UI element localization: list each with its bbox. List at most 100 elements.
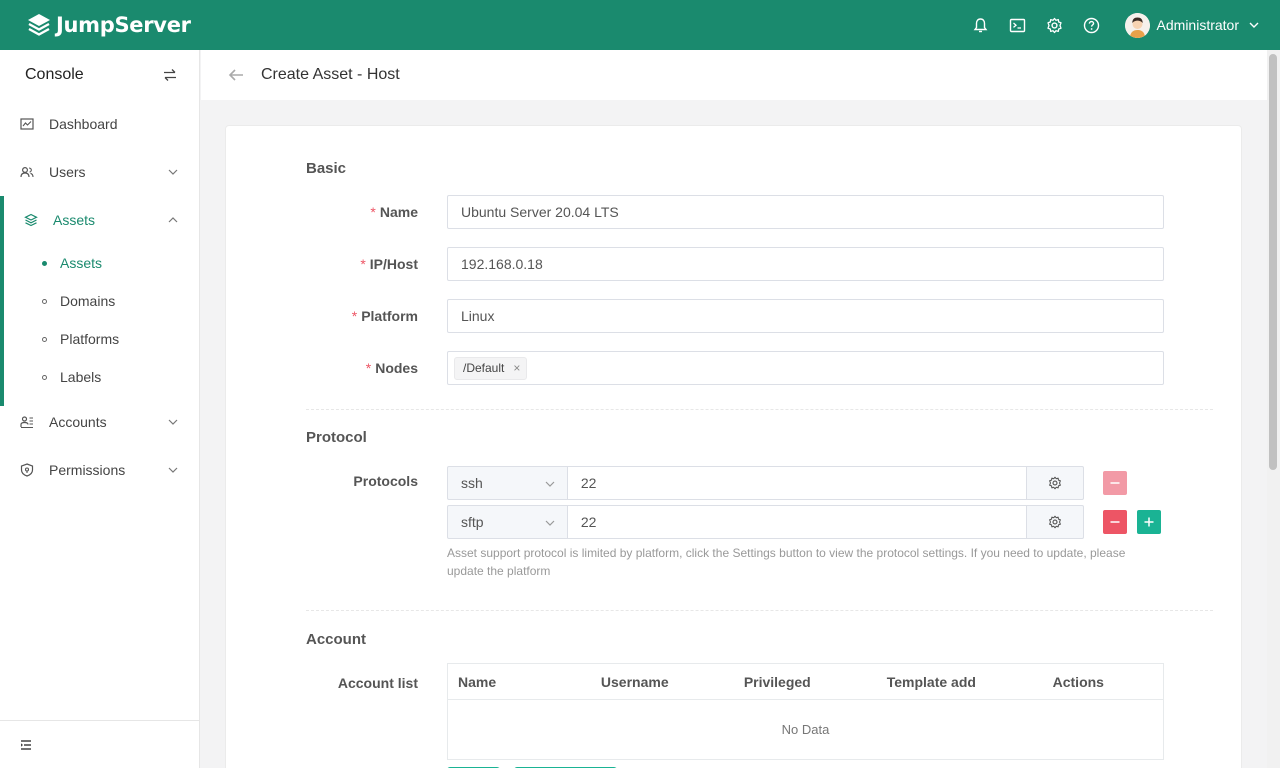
- platform-label: * Platform: [351, 308, 418, 324]
- jumpserver-logo-icon: [28, 14, 50, 36]
- logo-text: JumpServer: [56, 13, 191, 37]
- chevron-down-icon: [168, 419, 178, 425]
- protocol-select[interactable]: ssh: [447, 466, 568, 500]
- node-tag: /Default ×: [454, 356, 528, 380]
- sidebar-item-dashboard[interactable]: Dashboard: [0, 100, 199, 148]
- protocol-row: ssh 22: [447, 466, 1084, 500]
- protocol-row: sftp 22: [447, 505, 1084, 539]
- account-list-label: Account list: [337, 675, 418, 691]
- sidebar-subitem-labels[interactable]: Labels: [0, 358, 199, 396]
- gear-icon: [1049, 515, 1061, 529]
- divider: [306, 409, 1213, 410]
- name-field[interactable]: Ubuntu Server 20.04 LTS: [447, 195, 1164, 229]
- name-value: Ubuntu Server 20.04 LTS: [461, 204, 619, 220]
- help-icon[interactable]: [1082, 15, 1102, 35]
- sidebar-item-label: Dashboard: [49, 116, 118, 132]
- user-menu[interactable]: Administrator: [1124, 12, 1260, 38]
- port-input[interactable]: 22: [567, 466, 1027, 500]
- sidebar-item-label: Assets: [53, 212, 96, 228]
- chevron-down-icon: [168, 467, 178, 473]
- bullet-icon: [42, 374, 47, 380]
- back-button[interactable]: [227, 66, 245, 84]
- chevron-up-icon: [168, 217, 178, 223]
- column-privileged: Privileged: [743, 673, 811, 690]
- scrollbar[interactable]: [1267, 50, 1280, 768]
- bullet-icon: [42, 336, 47, 342]
- sidebar-group-assets: Assets Assets Domains Platforms Labels: [0, 196, 199, 406]
- column-template-add: Template add: [886, 673, 976, 690]
- table-header: Name Username Privileged Template add Ac…: [448, 664, 1163, 700]
- terminal-icon[interactable]: [1008, 15, 1028, 35]
- account-table: Name Username Privileged Template add Ac…: [447, 663, 1164, 760]
- minus-icon: [1110, 521, 1120, 523]
- platform-field[interactable]: Linux: [447, 299, 1164, 333]
- divider: [306, 610, 1213, 611]
- sidebar-item-label: Users: [49, 164, 86, 180]
- add-protocol-button[interactable]: [1137, 510, 1161, 534]
- bullet-icon: [42, 298, 47, 304]
- logo[interactable]: JumpServer: [26, 12, 191, 38]
- switch-view-icon[interactable]: [163, 68, 177, 82]
- form-card: Basic * Name Ubuntu Server 20.04 LTS * IP/…: [225, 125, 1242, 768]
- protocol-settings-button[interactable]: [1026, 505, 1084, 539]
- protocol-help-text: Asset support protocol is limited by pla…: [447, 546, 1126, 578]
- sidebar-subitem-platforms[interactable]: Platforms: [0, 320, 199, 358]
- section-title-protocol: Protocol: [306, 429, 367, 446]
- column-name: Name: [458, 673, 497, 690]
- protocols-label: Protocols: [353, 473, 418, 489]
- layers-icon: [24, 213, 38, 227]
- collapse-menu-icon: [21, 739, 31, 750]
- gear-icon[interactable]: [1045, 15, 1065, 35]
- sidebar-item-permissions[interactable]: Permissions: [0, 446, 199, 494]
- scrollbar-thumb[interactable]: [1269, 54, 1277, 470]
- avatar: [1124, 12, 1150, 38]
- users-icon: [20, 165, 34, 179]
- protocol-name: ssh: [461, 475, 483, 491]
- chevron-down-icon: [545, 520, 555, 526]
- arrow-left-icon: [228, 69, 243, 81]
- remove-protocol-button[interactable]: [1103, 471, 1127, 495]
- remove-protocol-button[interactable]: [1103, 510, 1127, 534]
- top-bar: JumpServer Administrator: [0, 0, 1280, 50]
- column-username: Username: [600, 673, 669, 690]
- protocol-settings-button[interactable]: [1026, 466, 1084, 500]
- column-actions: Actions: [1052, 673, 1104, 690]
- sidebar: Console Dashboard Users Assets Assets Do…: [0, 50, 200, 768]
- plus-icon: [1144, 517, 1154, 527]
- chevron-down-icon: [168, 169, 178, 175]
- dashboard-icon: [20, 117, 34, 131]
- nodes-select[interactable]: /Default ×: [447, 351, 1164, 385]
- sidebar-item-label: Accounts: [49, 414, 107, 430]
- ip-host-field[interactable]: 192.168.0.18: [447, 247, 1164, 281]
- sidebar-subitem-label: Platforms: [60, 331, 120, 347]
- protocol-select[interactable]: sftp: [447, 505, 568, 539]
- chevron-down-icon: [545, 481, 555, 487]
- close-icon[interactable]: ×: [513, 361, 520, 375]
- ip-host-label: * IP/Host: [360, 256, 418, 272]
- page-header: Create Asset - Host: [201, 50, 1267, 100]
- sidebar-subitem-assets[interactable]: Assets: [0, 244, 199, 282]
- user-name: Administrator: [1156, 17, 1239, 33]
- bullet-icon: [42, 260, 47, 266]
- sidebar-item-accounts[interactable]: Accounts: [0, 398, 199, 446]
- sidebar-item-assets[interactable]: Assets: [0, 196, 199, 244]
- sidebar-item-label: Permissions: [49, 462, 126, 478]
- name-label: * Name: [370, 204, 418, 220]
- section-title-basic: Basic: [306, 160, 347, 177]
- page-title: Create Asset - Host: [261, 66, 400, 83]
- sidebar-subitem-label: Assets: [60, 255, 103, 271]
- node-tag-label: /Default: [463, 361, 505, 375]
- accounts-icon: [20, 415, 34, 429]
- chevron-down-icon: [1249, 22, 1259, 28]
- sidebar-subitem-domains[interactable]: Domains: [0, 282, 199, 320]
- sidebar-subitem-label: Domains: [60, 293, 116, 309]
- port-value: 22: [580, 475, 597, 491]
- collapse-sidebar-button[interactable]: [0, 720, 199, 768]
- bell-icon[interactable]: [971, 15, 991, 35]
- ip-host-value: 192.168.0.18: [461, 256, 543, 272]
- nodes-label: * Nodes: [365, 360, 418, 376]
- sidebar-item-users[interactable]: Users: [0, 148, 199, 196]
- port-input[interactable]: 22: [567, 505, 1027, 539]
- sidebar-subitem-label: Labels: [60, 369, 102, 385]
- empty-state: No Data: [781, 722, 830, 737]
